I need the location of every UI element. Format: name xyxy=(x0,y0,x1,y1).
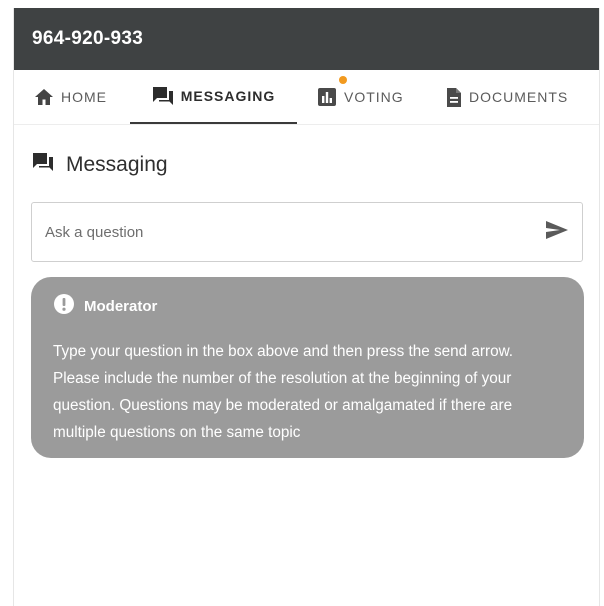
page-title: Messaging xyxy=(66,152,168,176)
chat-icon xyxy=(152,86,174,106)
moderator-message: Moderator Type your question in the box … xyxy=(31,277,584,458)
moderator-name: Moderator xyxy=(84,298,158,315)
send-icon xyxy=(545,220,569,245)
app-header: 964-920-933 xyxy=(14,8,599,70)
chat-icon xyxy=(32,152,54,177)
tab-documents[interactable]: DOCUMENTS xyxy=(446,70,568,124)
document-icon xyxy=(446,87,462,108)
section-heading: Messaging xyxy=(32,152,168,177)
messaging-panel: 964-920-933 HOME MESSAGING VOTING DOCUME… xyxy=(13,8,600,606)
send-button[interactable] xyxy=(532,203,582,261)
tab-home[interactable]: HOME xyxy=(34,70,107,124)
question-box xyxy=(31,202,583,262)
tab-messaging-label: MESSAGING xyxy=(180,88,276,104)
moderator-header: Moderator xyxy=(53,293,564,320)
home-icon xyxy=(34,88,54,106)
moderator-text: Type your question in the box above and … xyxy=(53,343,514,441)
tab-messaging[interactable]: MESSAGING xyxy=(130,70,297,124)
nav-tabs: HOME MESSAGING VOTING DOCUMENTS xyxy=(14,70,599,125)
question-input[interactable] xyxy=(32,202,532,262)
tab-voting[interactable]: VOTING xyxy=(317,70,404,124)
alert-icon xyxy=(53,293,75,320)
tab-voting-label: VOTING xyxy=(344,89,404,105)
meeting-id-title: 964-920-933 xyxy=(32,28,144,49)
bar-chart-icon xyxy=(317,87,337,107)
tab-home-label: HOME xyxy=(61,89,107,105)
tab-documents-label: DOCUMENTS xyxy=(469,89,569,105)
